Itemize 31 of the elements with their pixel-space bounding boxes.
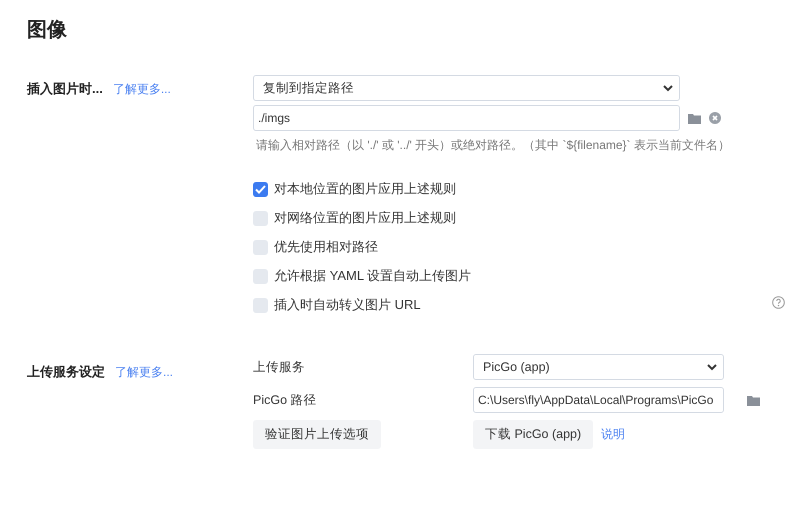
action-select[interactable]: 复制到指定路径 [253,75,680,101]
help-icon[interactable] [772,296,785,309]
verify-button[interactable]: 验证图片上传选项 [253,420,381,449]
path-field[interactable]: ./imgs [253,105,680,131]
checkbox[interactable] [253,210,268,226]
path-label: PicGo 路径 [253,392,318,408]
checkbox-label: 允许根据 YAML 设置自动上传图片 [274,267,472,285]
section-label: 上传服务设定 [27,363,105,381]
checkbox[interactable] [253,182,268,196]
picgo-path-field[interactable]: C:\Users\fly\AppData\Local\Programs\PicGo [473,387,724,413]
download-button[interactable]: 下载 PicGo (app) [473,420,594,449]
checkbox[interactable] [253,268,268,284]
folder-icon[interactable] [688,112,701,124]
checkbox-label: 优先使用相对路径 [274,238,378,256]
section-label: 插入图片时... [27,80,103,98]
learn-more-link[interactable]: 了解更多... [112,81,171,98]
clear-icon[interactable] [709,112,721,124]
checkbox-label: 插入时自动转义图片 URL [274,296,421,314]
checkbox[interactable] [253,240,268,254]
service-select[interactable]: PicGo (app) [473,354,724,380]
checkbox[interactable] [253,298,268,312]
path-hint: 请输入相对路径（以 './' 或 '../' 开头）或绝对路径。（其中 `${filename}` 表示当前文件名） [256,137,731,154]
chevron-down-icon [663,84,673,92]
help-link[interactable]: 说明 [601,426,626,443]
service-label: 上传服务 [253,358,306,376]
checkbox-label: 对本地位置的图片应用上述规则 [274,180,456,198]
folder-icon[interactable] [747,394,760,406]
learn-more-link[interactable]: 了解更多... [115,364,174,381]
checkbox-label: 对网络位置的图片应用上述规则 [274,209,456,227]
chevron-down-icon [707,364,717,370]
page-title: 图像 [27,18,68,43]
